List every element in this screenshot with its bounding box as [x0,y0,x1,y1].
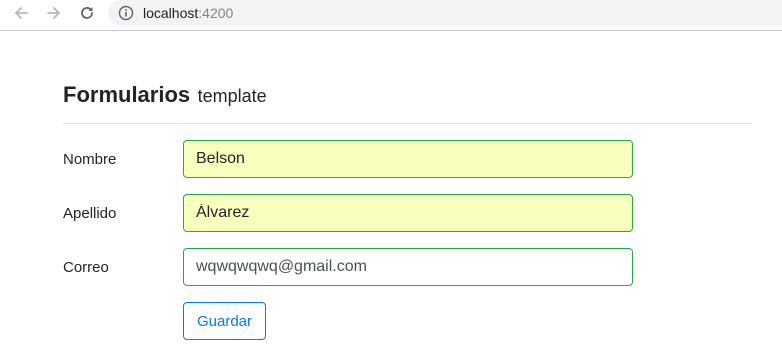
nombre-input[interactable] [183,140,633,178]
info-icon[interactable] [118,5,134,21]
forward-button[interactable] [42,3,66,23]
reload-icon [81,7,93,19]
address-bar[interactable]: localhost:4200 [108,0,782,26]
browser-toolbar: localhost:4200 [0,0,782,31]
form-title: Formularios [63,82,191,107]
apellido-input[interactable] [183,194,633,232]
page-title: Formularios template [63,82,267,108]
divider [63,123,752,124]
url-text: localhost:4200 [143,5,233,21]
save-button[interactable]: Guardar [183,302,266,340]
url-host: localhost [143,5,199,21]
correo-label: Correo [63,259,109,276]
correo-input[interactable] [183,248,633,286]
form-subtitle: template [197,86,267,106]
nombre-label: Nombre [63,151,117,168]
reload-button[interactable] [75,3,99,23]
apellido-label: Apellido [63,205,117,222]
url-port: :4200 [198,5,234,21]
back-button[interactable] [9,3,33,23]
arrow-left-icon [15,7,28,19]
arrow-right-icon [47,7,60,19]
